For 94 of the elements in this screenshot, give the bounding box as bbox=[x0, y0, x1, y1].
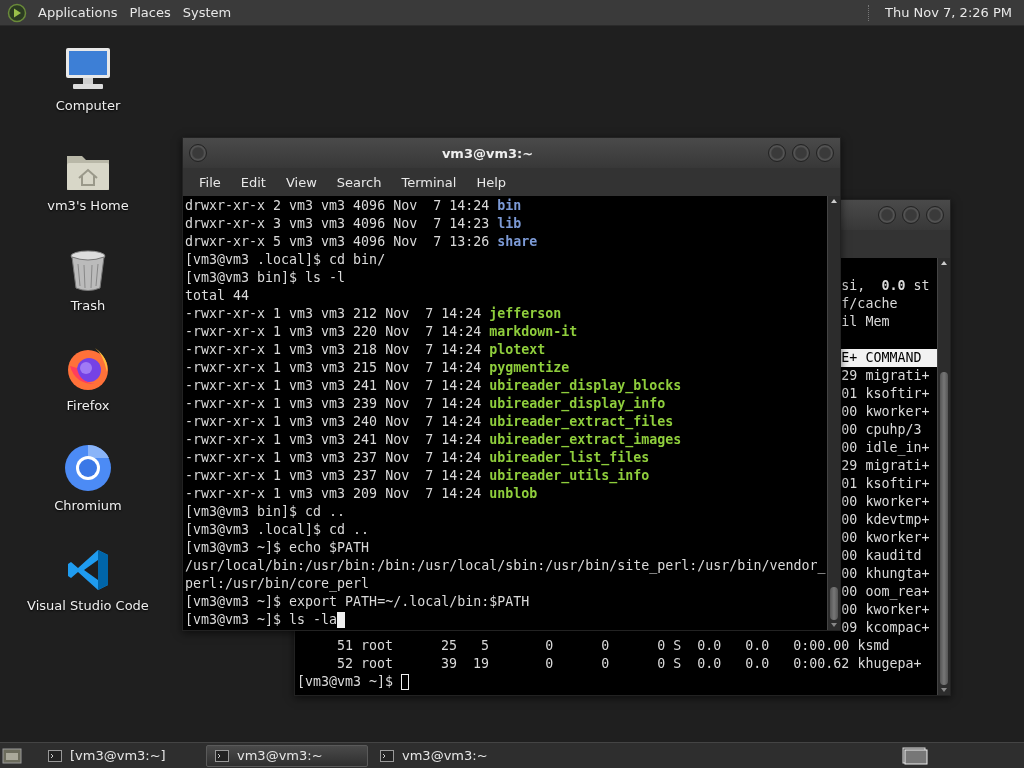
terminal-text: total 44 bbox=[185, 287, 250, 305]
terminal-text: 09 kcompac+ bbox=[841, 619, 930, 637]
file-name: jefferson bbox=[489, 305, 562, 323]
column-header: E+ COMMAND bbox=[841, 349, 937, 367]
terminal-text: -rwxr-xr-x 1 vm3 vm3 240 Nov 7 14:24 bbox=[185, 413, 483, 431]
terminal-text: -rwxr-xr-x 1 vm3 vm3 215 Nov 7 14:24 bbox=[185, 359, 483, 377]
desktop-icon-label[interactable]: Chromium bbox=[54, 498, 122, 513]
file-name: unblob bbox=[489, 485, 538, 503]
scrollbar-thumb[interactable] bbox=[830, 587, 838, 620]
file-name: ubireader_utils_info bbox=[489, 467, 650, 485]
terminal-text: 01 ksoftir+ bbox=[841, 385, 930, 403]
file-name: ubireader_extract_images bbox=[489, 431, 682, 449]
terminal-text: 00 kworker+ bbox=[841, 529, 930, 547]
terminal-text: 01 ksoftir+ bbox=[841, 475, 930, 493]
terminal-text: 00 kworker+ bbox=[841, 493, 930, 511]
desktop-icon-label[interactable]: Computer bbox=[55, 98, 121, 113]
show-desktop-icon[interactable] bbox=[2, 746, 22, 765]
desktop-icon-label[interactable]: Firefox bbox=[66, 398, 110, 413]
terminal-icon bbox=[215, 749, 229, 762]
file-name: pygmentize bbox=[489, 359, 570, 377]
terminal-text: si, 0.0 st bbox=[841, 277, 930, 295]
terminal-text: 00 kauditd bbox=[841, 547, 922, 565]
menu-item[interactable]: Help bbox=[466, 171, 517, 193]
terminal-text: -rwxr-xr-x 1 vm3 vm3 239 Nov 7 14:24 bbox=[185, 395, 483, 413]
file-name: ubireader_display_blocks bbox=[489, 377, 682, 395]
terminal-icon bbox=[380, 749, 394, 762]
terminal-text: 00 idle_in+ bbox=[841, 439, 930, 457]
vscode-icon[interactable] bbox=[66, 548, 110, 592]
terminal-text: -rwxr-xr-x 1 vm3 vm3 237 Nov 7 14:24 bbox=[185, 449, 483, 467]
command-prompt: [vm3@vm3 ~]$ bbox=[297, 673, 395, 691]
file-name: ubireader_extract_files bbox=[489, 413, 674, 431]
terminal-text: 00 oom_rea+ bbox=[841, 583, 930, 601]
terminal-text: 00 kworker+ bbox=[841, 403, 930, 421]
chromium-icon[interactable] bbox=[64, 444, 112, 492]
menu-item[interactable]: View bbox=[275, 171, 327, 193]
terminal-text: /usr/local/bin:/usr/bin:/bin:/usr/local/sbin:/usr/bin/site_perl:/usr/bin/vendor_ bbox=[185, 557, 826, 575]
scrollbar-thumb[interactable] bbox=[940, 372, 948, 685]
terminal-text: f/cache bbox=[841, 295, 898, 313]
monitor-icon[interactable] bbox=[63, 46, 113, 92]
terminal-text: [vm3@vm3 bin]$ cd .. bbox=[185, 503, 346, 521]
directory-name: bin bbox=[497, 197, 522, 215]
menu-item[interactable]: Edit bbox=[230, 171, 276, 193]
window-title: vm3@vm3:~ bbox=[441, 145, 534, 161]
terminal-text: 00 kworker+ bbox=[841, 601, 930, 619]
terminal-text: drwxr-xr-x 5 vm3 vm3 4096 Nov 7 13:26 bbox=[185, 233, 491, 251]
menu-item[interactable]: Search bbox=[326, 171, 392, 193]
taskbar-button[interactable]: vm3@vm3:~ bbox=[206, 744, 368, 767]
terminal-text: -rwxr-xr-x 1 vm3 vm3 209 Nov 7 14:24 bbox=[185, 485, 483, 503]
desktop-icon-label[interactable]: Visual Studio Code bbox=[27, 598, 149, 613]
terminal-text: -rwxr-xr-x 1 vm3 vm3 218 Nov 7 14:24 bbox=[185, 341, 483, 359]
terminal-text: 00 cpuhp/3 bbox=[841, 421, 922, 439]
terminal-text: il Mem bbox=[841, 313, 890, 331]
menu-item[interactable]: Terminal bbox=[391, 171, 467, 193]
terminal-text: -rwxr-xr-x 1 vm3 vm3 241 Nov 7 14:24 bbox=[185, 377, 483, 395]
terminal-text: drwxr-xr-x 3 vm3 vm3 4096 Nov 7 14:23 bbox=[185, 215, 491, 233]
panel-menu[interactable]: System bbox=[176, 2, 238, 23]
directory-name: share bbox=[497, 233, 538, 251]
scrollbar[interactable] bbox=[937, 258, 950, 695]
command-prompt: [vm3@vm3 ~]$ ls -la bbox=[185, 611, 338, 629]
desktop-icon-label[interactable]: Trash bbox=[70, 298, 106, 313]
terminal-icon bbox=[48, 749, 62, 762]
terminal-text: 52 root 39 19 0 0 0 S 0.0 0.0 0:00.62 khugepa+ bbox=[336, 655, 922, 673]
terminal-text: -rwxr-xr-x 1 vm3 vm3 241 Nov 7 14:24 bbox=[185, 431, 483, 449]
panel-menu[interactable]: Applications bbox=[32, 2, 124, 23]
terminal-text: [vm3@vm3 bin]$ ls -l bbox=[185, 269, 346, 287]
terminal-text: -rwxr-xr-x 1 vm3 vm3 212 Nov 7 14:24 bbox=[185, 305, 483, 323]
terminal-text: [vm3@vm3 .local]$ cd bin/ bbox=[185, 251, 386, 269]
terminal-text: -rwxr-xr-x 1 vm3 vm3 220 Nov 7 14:24 bbox=[185, 323, 483, 341]
terminal-text: 29 migrati+ bbox=[841, 367, 930, 385]
terminal-text: 29 migrati+ bbox=[841, 457, 930, 475]
file-name: ubireader_display_info bbox=[489, 395, 666, 413]
taskbar-button[interactable]: [vm3@vm3:~] bbox=[40, 744, 202, 767]
workspace-switcher-icon[interactable] bbox=[902, 746, 928, 765]
terminal-text: [vm3@vm3 ~]$ echo $PATH bbox=[185, 539, 370, 557]
menu-item[interactable]: File bbox=[189, 171, 231, 193]
app-menu-logo-icon[interactable] bbox=[6, 2, 28, 23]
panel-menu[interactable]: Places bbox=[123, 2, 177, 23]
directory-name: lib bbox=[497, 215, 522, 233]
file-name: markdown-it bbox=[489, 323, 578, 341]
terminal-text: drwxr-xr-x 2 vm3 vm3 4096 Nov 7 14:24 bbox=[185, 197, 491, 215]
clock[interactable]: Thu Nov 7, 2:26 PM bbox=[879, 2, 1018, 23]
scrollbar[interactable] bbox=[827, 196, 840, 630]
terminal-text: -rwxr-xr-x 1 vm3 vm3 237 Nov 7 14:24 bbox=[185, 467, 483, 485]
desktop-icon-label[interactable]: vm3's Home bbox=[47, 198, 129, 213]
file-name: plotext bbox=[489, 341, 546, 359]
terminal-text: 00 khungta+ bbox=[841, 565, 930, 583]
terminal-text: [vm3@vm3 ~]$ export PATH=~/.local/bin:$PATH bbox=[185, 593, 530, 611]
terminal-text: 51 root 25 5 0 0 0 S 0.0 0.0 0:00.00 ksmd bbox=[336, 637, 890, 655]
file-name: ubireader_list_files bbox=[489, 449, 650, 467]
terminal-text: 00 kdevtmp+ bbox=[841, 511, 930, 529]
trash-icon[interactable] bbox=[69, 250, 107, 292]
terminal-text: perl:/usr/bin/core_perl bbox=[185, 575, 370, 593]
terminal-text: [vm3@vm3 .local]$ cd .. bbox=[185, 521, 370, 539]
taskbar-button[interactable]: vm3@vm3:~ bbox=[372, 744, 534, 767]
